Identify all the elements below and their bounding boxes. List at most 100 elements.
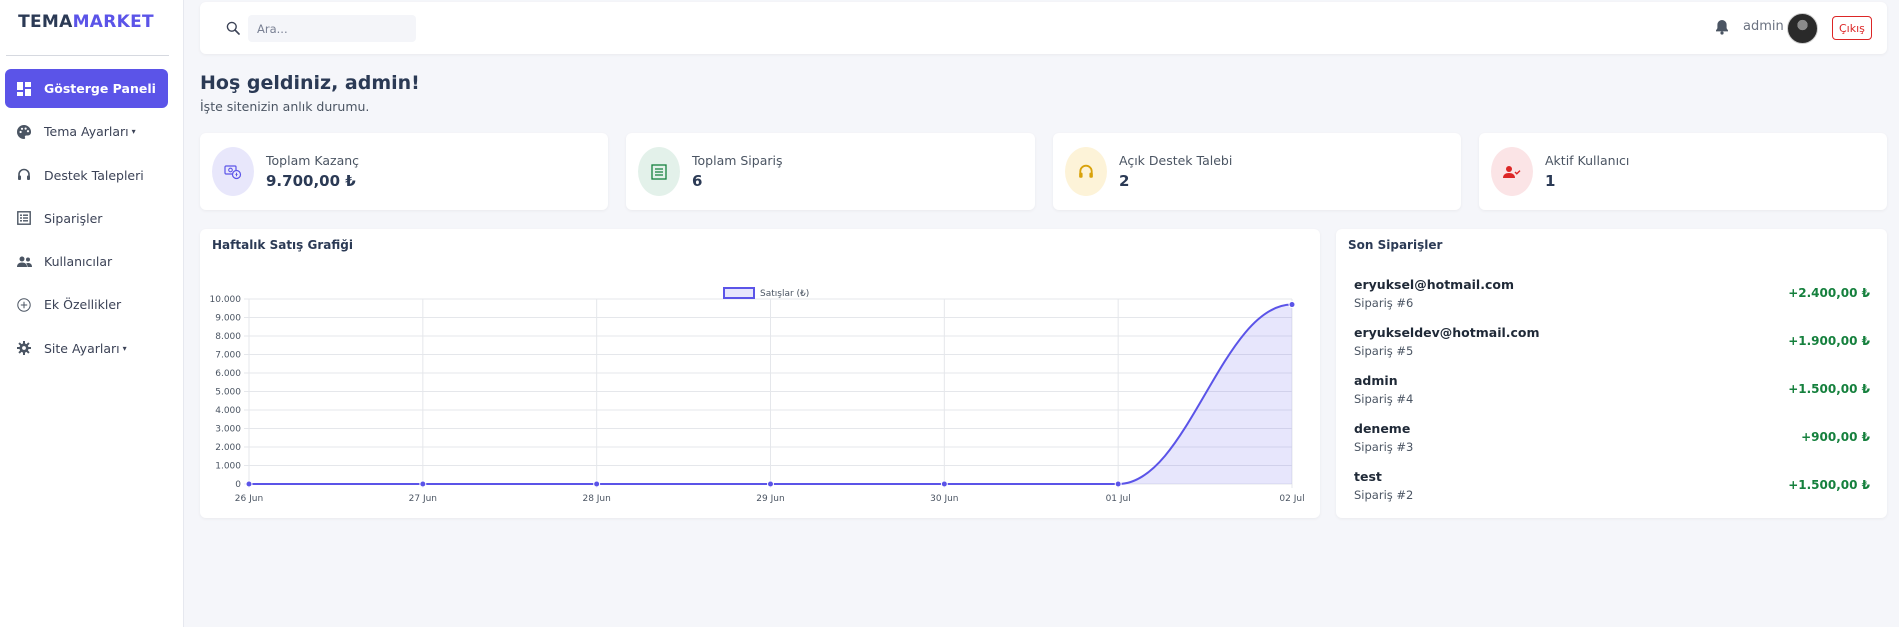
order-row[interactable]: deneme Sipariş #3 +900,00 ₺ xyxy=(1354,421,1870,461)
order-row[interactable]: eryukseldev@hotmail.com Sipariş #5 +1.90… xyxy=(1354,325,1870,365)
data-point xyxy=(593,480,601,488)
brand-part1: TEMA xyxy=(18,12,73,32)
stat-card-total-earnings: Toplam Kazanç 9.700,00 ₺ xyxy=(200,133,608,210)
sidebar-item-extras[interactable]: Ek Özellikler xyxy=(5,285,168,324)
sidebar-item-site-settings[interactable]: Site Ayarları ▾ xyxy=(5,329,168,368)
data-point xyxy=(1288,301,1296,309)
sidebar-item-label: Gösterge Paneli xyxy=(44,81,156,96)
y-tick-label: 9.000 xyxy=(215,314,241,324)
orders-title: Son Siparişler xyxy=(1348,238,1443,252)
data-point xyxy=(1114,480,1122,488)
search-input[interactable] xyxy=(248,15,416,42)
x-tick-label: 01 Jul xyxy=(1106,494,1131,504)
money-icon xyxy=(212,147,254,196)
stat-label: Toplam Kazanç xyxy=(266,153,360,168)
sidebar-item-label: Ek Özellikler xyxy=(44,297,122,313)
data-point xyxy=(419,480,427,488)
sidebar-item-label: Kullanıcılar xyxy=(44,254,113,270)
order-amount: +2.400,00 ₺ xyxy=(1788,286,1870,300)
legend-swatch xyxy=(723,287,755,299)
avatar[interactable] xyxy=(1787,13,1818,44)
y-tick-label: 10.000 xyxy=(210,295,242,305)
topbar: admin Çıkış xyxy=(200,2,1887,54)
stat-card-total-orders: Toplam Sipariş 6 xyxy=(626,133,1035,210)
stat-label: Aktif Kullanıcı xyxy=(1545,153,1630,168)
logout-button[interactable]: Çıkış xyxy=(1832,16,1872,40)
order-number: Sipariş #3 xyxy=(1354,440,1414,454)
sidebar-item-dashboard[interactable]: Gösterge Paneli xyxy=(5,69,168,108)
order-number: Sipariş #6 xyxy=(1354,296,1414,310)
order-number: Sipariş #5 xyxy=(1354,344,1414,358)
y-tick-label: 0 xyxy=(235,480,241,490)
receipt-icon xyxy=(638,147,680,196)
sidebar-divider xyxy=(6,55,169,56)
x-tick-label: 02 Jul xyxy=(1279,494,1304,504)
headset-icon xyxy=(16,167,32,183)
palette-icon xyxy=(16,124,32,140)
page-title: Hoş geldiniz, admin! xyxy=(200,72,420,94)
stat-label: Toplam Sipariş xyxy=(692,153,783,168)
order-amount: +900,00 ₺ xyxy=(1801,430,1870,444)
brand-part2: MARKET xyxy=(72,12,154,32)
y-tick-label: 6.000 xyxy=(215,369,241,379)
stat-value: 9.700,00 ₺ xyxy=(266,172,356,190)
order-amount: +1.500,00 ₺ xyxy=(1788,478,1870,492)
plus-circle-icon xyxy=(16,297,32,313)
order-row[interactable]: eryuksel@hotmail.com Sipariş #6 +2.400,0… xyxy=(1354,277,1870,317)
sidebar-item-orders[interactable]: Siparişler xyxy=(5,199,168,238)
order-customer: test xyxy=(1354,469,1382,484)
x-tick-label: 26 Jun xyxy=(235,494,263,504)
x-tick-label: 28 Jun xyxy=(582,494,610,504)
stat-value: 6 xyxy=(692,172,703,190)
list-icon xyxy=(16,210,32,226)
order-customer: admin xyxy=(1354,373,1398,388)
gear-icon xyxy=(16,340,32,356)
recent-orders-card: Son Siparişler eryuksel@hotmail.com Sipa… xyxy=(1336,229,1887,518)
search-icon xyxy=(226,20,242,36)
sidebar-item-label: Site Ayarları xyxy=(44,340,120,356)
sidebar: TEMAMARKET Gösterge Paneli Tema Ayarları… xyxy=(0,0,184,627)
data-point xyxy=(245,480,253,488)
order-number: Sipariş #4 xyxy=(1354,392,1414,406)
stat-label: Açık Destek Talebi xyxy=(1119,153,1233,168)
y-tick-label: 4.000 xyxy=(215,406,241,416)
sidebar-nav: Gösterge Paneli Tema Ayarları ▾ Destek T… xyxy=(5,69,168,372)
stat-value: 1 xyxy=(1545,172,1556,190)
y-tick-label: 1.000 xyxy=(215,462,241,472)
y-tick-label: 7.000 xyxy=(215,351,241,361)
y-tick-label: 8.000 xyxy=(215,332,241,342)
page-subtitle: İşte sitenizin anlık durumu. xyxy=(200,99,370,114)
order-number: Sipariş #2 xyxy=(1354,488,1414,502)
sidebar-item-label: Destek Talepleri xyxy=(44,167,144,183)
brand-logo[interactable]: TEMAMARKET xyxy=(0,12,172,32)
headset-icon xyxy=(1065,147,1107,196)
user-check-icon xyxy=(1491,147,1533,196)
caret-down-icon: ▾ xyxy=(131,127,136,137)
legend-label: Satışlar (₺) xyxy=(760,289,809,299)
x-tick-label: 27 Jun xyxy=(409,494,437,504)
caret-down-icon: ▾ xyxy=(122,343,127,353)
sidebar-item-theme-settings[interactable]: Tema Ayarları ▾ xyxy=(5,112,168,151)
sidebar-item-label: Tema Ayarları xyxy=(44,124,129,140)
data-point xyxy=(940,480,948,488)
dashboard-icon xyxy=(16,81,32,97)
order-row[interactable]: test Sipariş #2 +1.500,00 ₺ xyxy=(1354,469,1870,509)
y-tick-label: 2.000 xyxy=(215,443,241,453)
username: admin xyxy=(1743,19,1784,34)
order-amount: +1.500,00 ₺ xyxy=(1788,382,1870,396)
weekly-sales-chart: 0 1.000 2.000 3.000 4.000 5.000 6.000 7.000 8.00… xyxy=(210,287,1305,504)
bell-icon[interactable] xyxy=(1715,19,1731,36)
y-tick-label: 3.000 xyxy=(215,425,241,435)
y-tick-label: 5.000 xyxy=(215,388,241,398)
order-amount: +1.900,00 ₺ xyxy=(1788,334,1870,348)
users-icon xyxy=(16,254,32,270)
x-tick-label: 29 Jun xyxy=(756,494,784,504)
order-row[interactable]: admin Sipariş #4 +1.500,00 ₺ xyxy=(1354,373,1870,413)
x-tick-label: 30 Jun xyxy=(930,494,958,504)
sidebar-item-users[interactable]: Kullanıcılar xyxy=(5,242,168,281)
order-customer: deneme xyxy=(1354,421,1411,436)
weekly-sales-chart-card: Haftalık Satış Grafiği 0 1.000 2.000 3.000 4… xyxy=(200,229,1320,518)
sidebar-item-support[interactable]: Destek Talepleri xyxy=(5,156,168,195)
sidebar-item-label: Siparişler xyxy=(44,210,103,226)
order-customer: eryukseldev@hotmail.com xyxy=(1354,325,1540,340)
